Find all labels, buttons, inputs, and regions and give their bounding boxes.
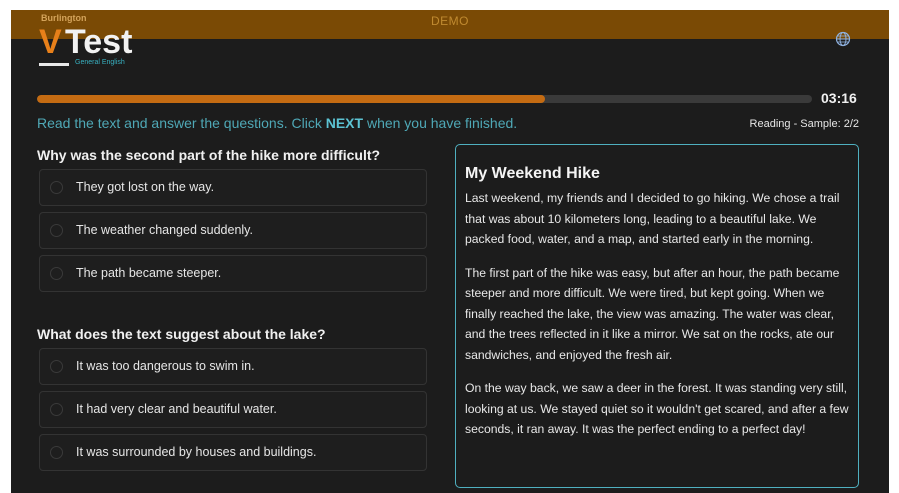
passage-paragraph: Last weekend, my friends and I decided t…	[465, 191, 840, 246]
radio-button[interactable]	[50, 403, 63, 416]
reading-passage[interactable]: My Weekend Hike Last weekend, my friends…	[455, 144, 859, 488]
instruction-next: NEXT	[325, 115, 364, 131]
logo-v: V	[39, 23, 62, 61]
passage-paragraph: The first part of the hike was easy, but…	[465, 265, 840, 362]
option-label: It had very clear and beautiful water.	[76, 402, 277, 416]
option-label: They got lost on the way.	[76, 180, 215, 194]
option-q2-c[interactable]: It was surrounded by houses and building…	[39, 434, 427, 471]
option-q2-b[interactable]: It had very clear and beautiful water.	[39, 391, 427, 428]
radio-button[interactable]	[50, 446, 63, 459]
radio-button[interactable]	[50, 267, 63, 280]
radio-button[interactable]	[50, 360, 63, 373]
logo: Burlington V Test General English	[39, 13, 159, 73]
option-q1-a[interactable]: They got lost on the way.	[39, 169, 427, 206]
logo-subtitle: General English	[75, 59, 125, 66]
question-1: Why was the second part of the hike more…	[37, 147, 381, 163]
instruction-text: Read the text and answer the questions. …	[37, 115, 517, 131]
passage-title: My Weekend Hike	[465, 165, 600, 182]
option-label: It was too dangerous to swim in.	[76, 359, 255, 373]
question-2: What does the text suggest about the lak…	[37, 326, 326, 342]
option-q2-a[interactable]: It was too dangerous to swim in.	[39, 348, 427, 385]
logo-brand-top: Burlington	[41, 13, 87, 23]
timer: 03:16	[821, 90, 857, 106]
radio-button[interactable]	[50, 224, 63, 237]
logo-test: Test	[65, 23, 133, 61]
radio-button[interactable]	[50, 181, 63, 194]
globe-icon[interactable]	[835, 31, 851, 47]
instruction-before: Read the text and answer the questions. …	[37, 115, 326, 131]
option-q1-c[interactable]: The path became steeper.	[39, 255, 427, 292]
section-label: Reading - Sample: 2/2	[749, 118, 859, 130]
instruction-after: when you have finished.	[363, 115, 518, 131]
option-q1-b[interactable]: The weather changed suddenly.	[39, 212, 427, 249]
passage-paragraph: On the way back, we saw a deer in the fo…	[465, 381, 849, 436]
logo-underline	[39, 63, 69, 66]
option-label: The weather changed suddenly.	[76, 223, 253, 237]
option-label: It was surrounded by houses and building…	[76, 445, 317, 459]
test-window: DEMO Burlington V Test General English 0…	[11, 10, 889, 493]
progress-fill	[37, 95, 545, 103]
option-label: The path became steeper.	[76, 266, 222, 280]
progress-bar	[37, 95, 812, 103]
